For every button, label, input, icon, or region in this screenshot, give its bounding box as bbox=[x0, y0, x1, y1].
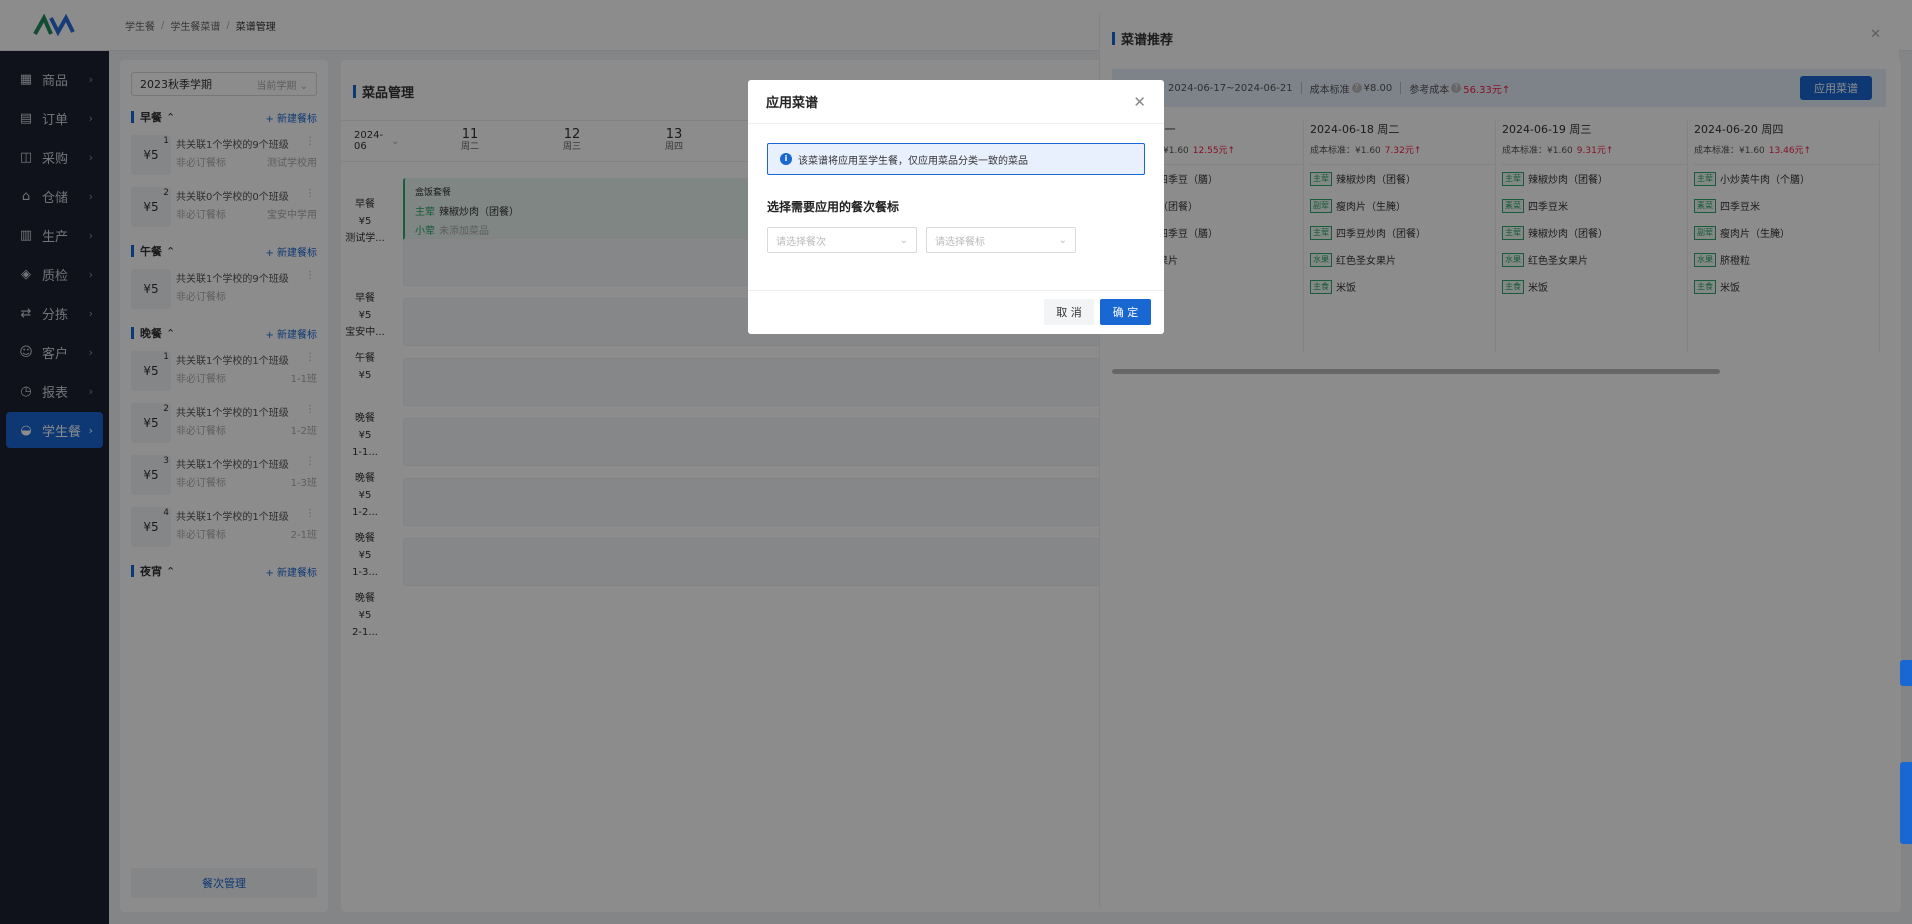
chevron-down-icon: ⌄ bbox=[899, 234, 908, 246]
apply-recipe-dialog: 应用菜谱 ✕ i 该菜谱将应用至学生餐，仅应用菜品分类一致的菜品 选择需要应用的… bbox=[748, 80, 1164, 334]
standard-select[interactable]: 请选择餐标 ⌄ bbox=[926, 227, 1076, 253]
side-float-tab[interactable] bbox=[1900, 762, 1912, 844]
cancel-button[interactable]: 取 消 bbox=[1044, 299, 1094, 325]
confirm-button[interactable]: 确 定 bbox=[1100, 299, 1151, 325]
standard-select-placeholder: 请选择餐标 bbox=[935, 236, 985, 248]
info-icon: i bbox=[780, 153, 792, 165]
meal-select[interactable]: 请选择餐次 ⌄ bbox=[767, 227, 917, 253]
meal-select-placeholder: 请选择餐次 bbox=[776, 236, 826, 248]
info-alert: i 该菜谱将应用至学生餐，仅应用菜品分类一致的菜品 bbox=[767, 143, 1145, 175]
close-icon[interactable]: ✕ bbox=[1133, 93, 1146, 111]
alert-text: 该菜谱将应用至学生餐，仅应用菜品分类一致的菜品 bbox=[798, 155, 1028, 167]
chevron-down-icon: ⌄ bbox=[1058, 234, 1067, 246]
side-float-tab[interactable] bbox=[1900, 660, 1912, 686]
dialog-footer: 取 消 确 定 bbox=[748, 290, 1164, 334]
dialog-title: 应用菜谱 bbox=[766, 96, 819, 111]
select-label: 选择需要应用的餐次餐标 bbox=[767, 200, 900, 214]
